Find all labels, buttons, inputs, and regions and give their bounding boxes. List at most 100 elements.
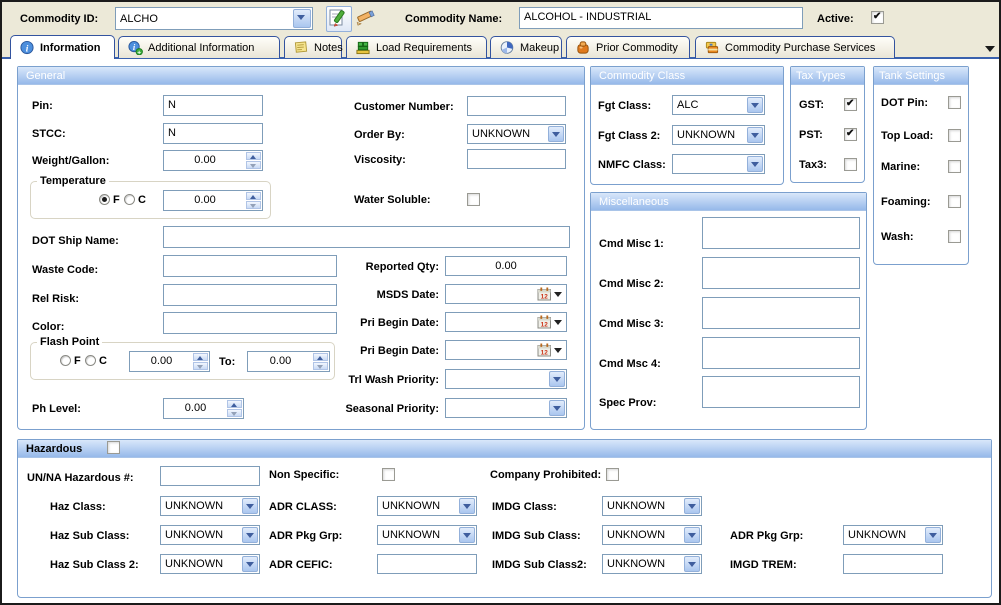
spin-down-icon[interactable] [246,201,261,209]
adr-pkg-grp-dropdown[interactable]: UNKNOWN [377,525,477,545]
unna-hazardous-input[interactable] [160,466,260,486]
tab-makeup[interactable]: Makeup [490,36,562,58]
top-load-checkbox[interactable] [948,129,961,142]
color-input[interactable] [163,312,337,334]
reported-qty-input[interactable]: 0.00 [445,256,567,276]
spin-down-icon[interactable] [313,362,328,370]
tab-additional-information[interactable]: i+ Additional Information [118,36,280,58]
dot-pin-checkbox[interactable] [948,96,961,109]
water-soluble-checkbox[interactable] [467,193,480,206]
non-specific-checkbox[interactable] [382,468,395,481]
spin-down-icon[interactable] [246,161,261,169]
ph-level-spinner[interactable]: 0.00 [163,398,244,419]
adr-cefic-input[interactable] [377,554,477,574]
pencil-icon[interactable] [354,8,376,28]
tab-prior-commodity[interactable]: Prior Commodity [566,36,690,58]
cmd-misc2-input[interactable] [702,257,860,289]
commodity-name-input[interactable]: ALCOHOL - INDUSTRIAL [519,7,803,29]
adr-class-dropdown[interactable]: UNKNOWN [377,496,477,516]
calendar-icon[interactable]: 12 [537,315,552,329]
customer-number-input[interactable] [467,96,566,116]
viscosity-input[interactable] [467,149,566,169]
cmd-misc3-input[interactable] [702,297,860,329]
chevron-down-icon[interactable] [549,400,565,416]
gst-checkbox[interactable] [844,98,857,111]
chevron-down-icon[interactable] [684,527,700,543]
pin-input[interactable]: N [163,95,263,116]
chevron-down-icon[interactable] [242,527,258,543]
tax3-checkbox[interactable] [844,158,857,171]
pri-begin-date2-picker[interactable]: 12 [445,340,567,360]
calendar-icon[interactable]: 12 [537,343,552,357]
foaming-checkbox[interactable] [948,195,961,208]
chevron-down-icon[interactable] [684,556,700,572]
chevron-down-icon[interactable] [554,320,562,325]
spin-down-icon[interactable] [193,362,208,370]
tab-commodity-purchase-services[interactable]: Commodity Purchase Services [695,36,895,58]
imgd-trem-input[interactable] [843,554,943,574]
pst-checkbox[interactable] [844,128,857,141]
rel-risk-input[interactable] [163,284,337,306]
spin-up-icon[interactable] [193,353,208,361]
chevron-down-icon[interactable] [459,498,475,514]
temperature-f-radio[interactable] [99,194,110,205]
spin-up-icon[interactable] [246,152,261,160]
chevron-down-icon[interactable] [747,127,763,143]
haz-sub-class-dropdown[interactable]: UNKNOWN [160,525,260,545]
tab-overflow-arrow-icon[interactable] [985,46,995,52]
company-prohibited-checkbox[interactable] [606,468,619,481]
order-by-dropdown[interactable]: UNKNOWN [467,124,566,144]
msds-date-picker[interactable]: 12 [445,284,567,304]
stcc-input[interactable]: N [163,123,263,144]
flash-point-f-radio[interactable] [60,355,71,366]
temperature-spinner[interactable]: 0.00 [163,190,263,211]
fgt-class2-dropdown[interactable]: UNKNOWN [672,125,765,145]
tab-notes[interactable]: Notes [284,36,342,58]
edit-commodity-button[interactable] [326,6,352,32]
waste-code-input[interactable] [163,255,337,277]
chevron-down-icon[interactable] [554,348,562,353]
chevron-down-icon[interactable] [925,527,941,543]
weight-gallon-spinner[interactable]: 0.00 [163,150,263,171]
marine-checkbox[interactable] [948,160,961,173]
wash-checkbox[interactable] [948,230,961,243]
fgt-class-dropdown[interactable]: ALC [672,95,765,115]
chevron-down-icon[interactable] [242,556,258,572]
spin-up-icon[interactable] [227,400,242,408]
imdg-sub-class2-dropdown[interactable]: UNKNOWN [602,554,702,574]
haz-class-dropdown[interactable]: UNKNOWN [160,496,260,516]
flash-point-c-radio[interactable] [85,355,96,366]
trl-wash-priority-dropdown[interactable] [445,369,567,389]
chevron-down-icon[interactable] [548,126,564,142]
nmfc-class-dropdown[interactable] [672,154,765,174]
chevron-down-icon[interactable] [554,292,562,297]
cmd-misc1-input[interactable] [702,217,860,249]
chevron-down-icon[interactable] [747,156,763,172]
seasonal-priority-dropdown[interactable] [445,398,567,418]
imdg-class-dropdown[interactable]: UNKNOWN [602,496,702,516]
spin-up-icon[interactable] [246,192,261,200]
spec-prov-input[interactable] [702,376,860,408]
chevron-down-icon[interactable] [293,9,311,28]
adr-pkg-grp2-dropdown[interactable]: UNKNOWN [843,525,943,545]
haz-sub-class2-dropdown[interactable]: UNKNOWN [160,554,260,574]
chevron-down-icon[interactable] [549,371,565,387]
flash-point-from-spinner[interactable]: 0.00 [129,351,210,372]
tab-load-requirements[interactable]: Load Requirements [346,36,487,58]
pri-begin-date-picker[interactable]: 12 [445,312,567,332]
chevron-down-icon[interactable] [747,97,763,113]
cmd-msc4-input[interactable] [702,337,860,369]
imdg-sub-class-dropdown[interactable]: UNKNOWN [602,525,702,545]
spin-down-icon[interactable] [227,409,242,417]
dot-ship-name-input[interactable] [163,226,570,248]
chevron-down-icon[interactable] [242,498,258,514]
hazardous-checkbox[interactable] [107,441,120,454]
calendar-icon[interactable]: 12 [537,287,552,301]
temperature-c-radio[interactable] [124,194,135,205]
commodity-id-combobox[interactable]: ALCHO [115,7,313,30]
pri-begin-date2-label: Pri Begin Date: [312,345,439,357]
tab-information[interactable]: i Information [10,35,115,59]
chevron-down-icon[interactable] [459,527,475,543]
active-checkbox[interactable] [871,11,884,24]
chevron-down-icon[interactable] [684,498,700,514]
